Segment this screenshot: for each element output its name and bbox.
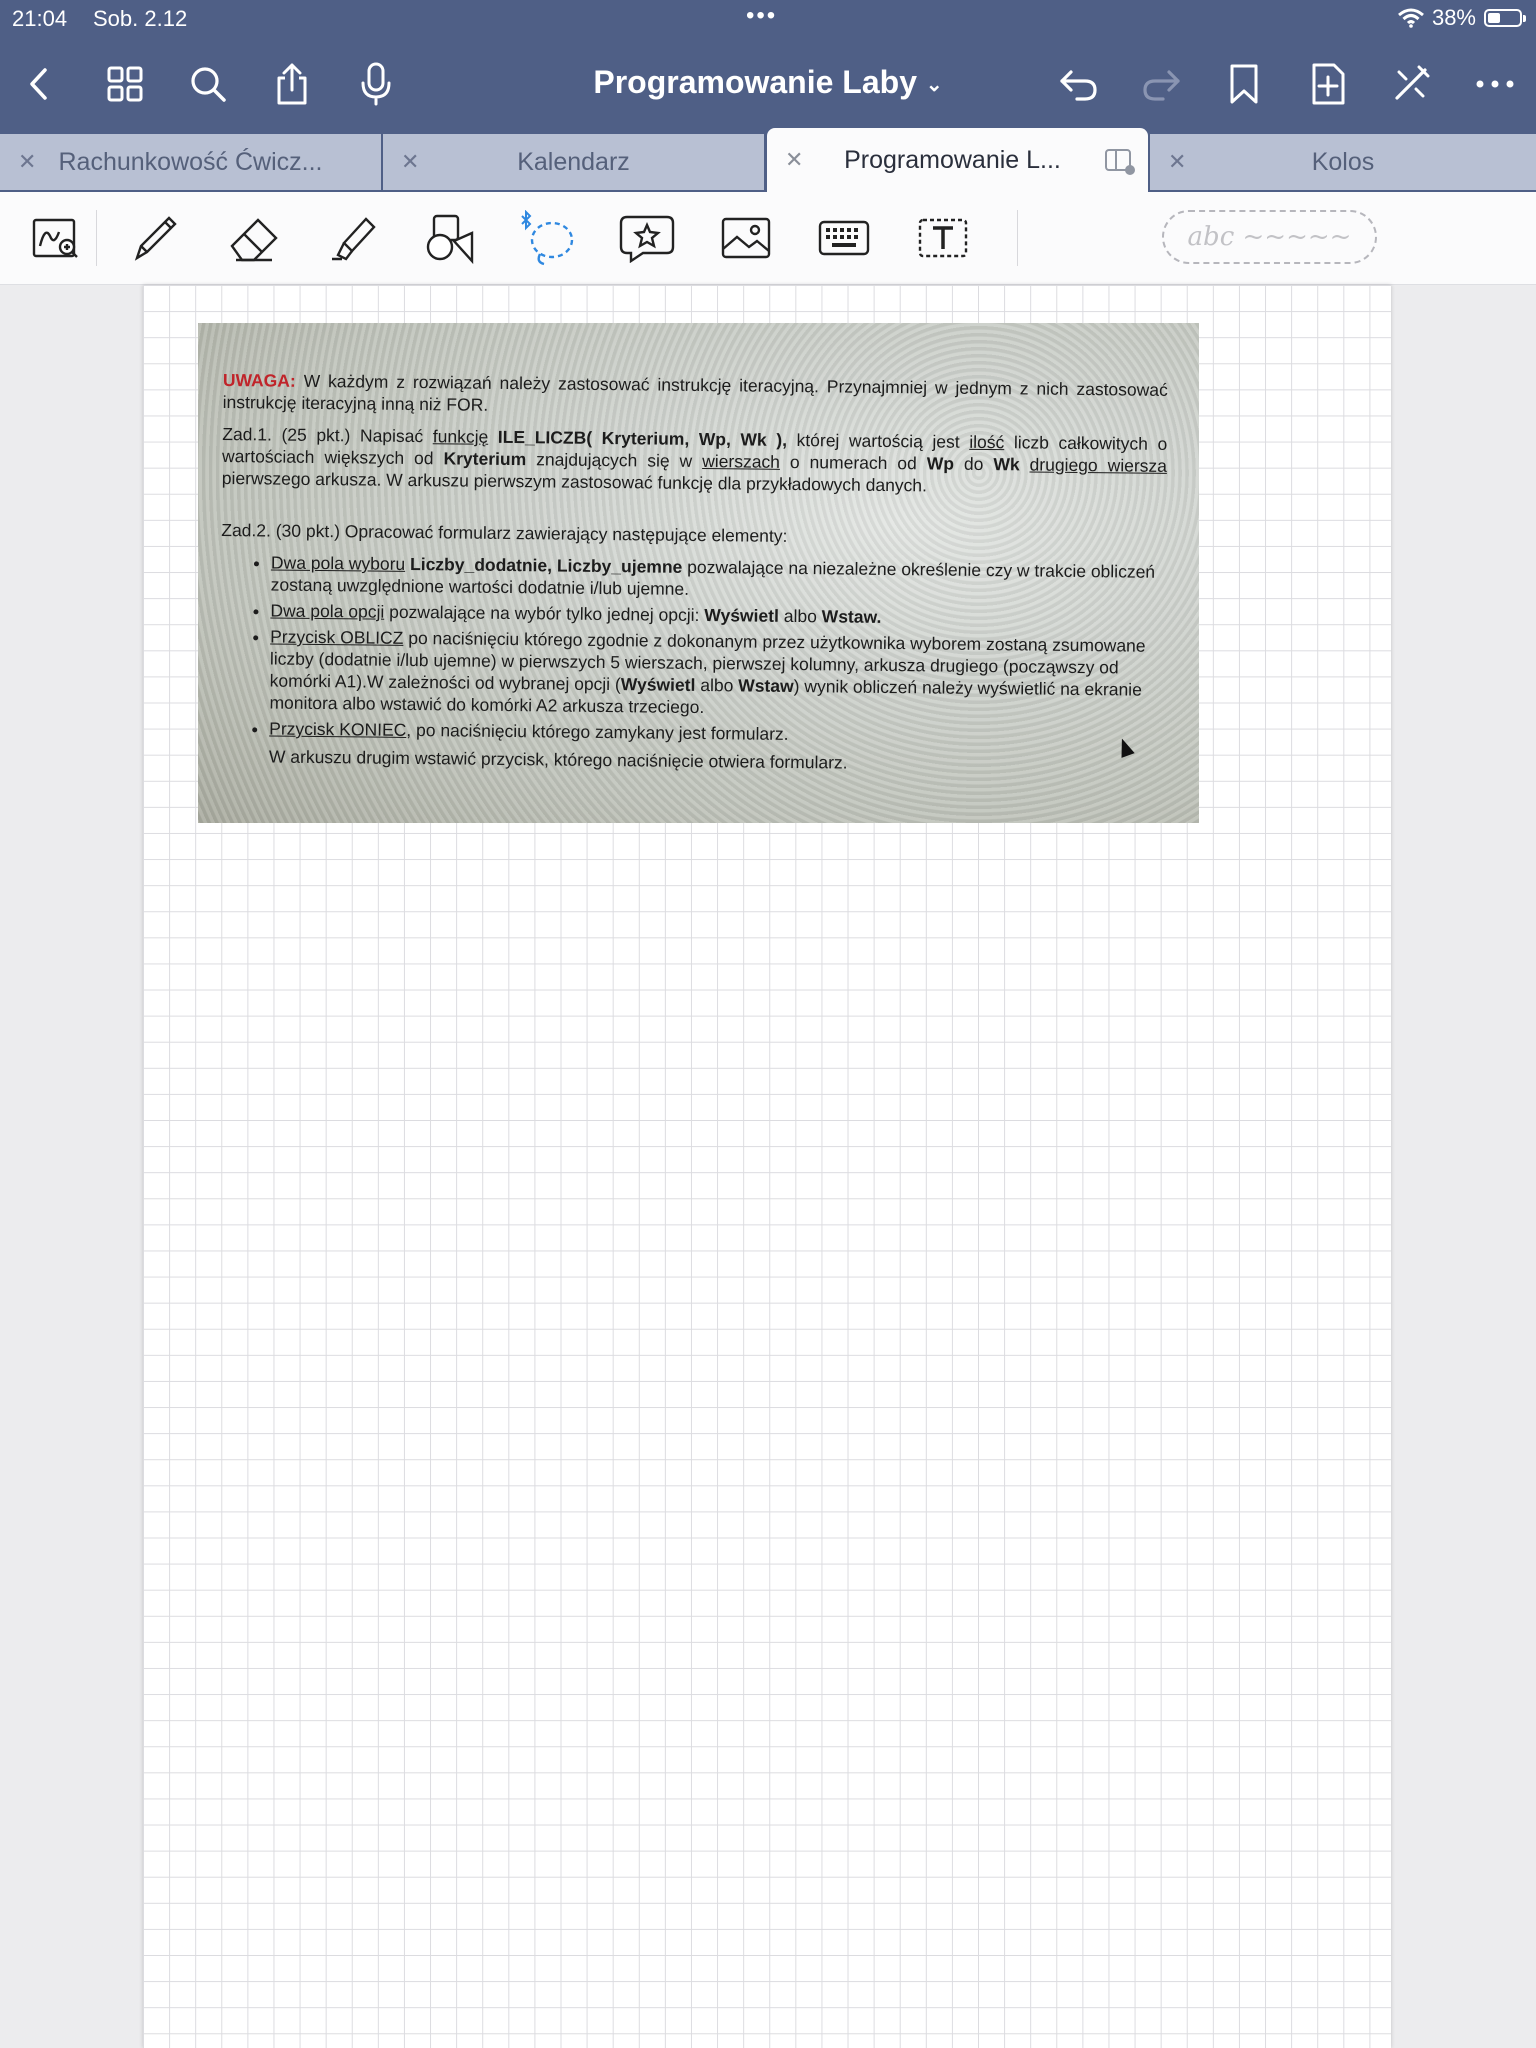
zad1-funkcje: funkcję <box>432 426 489 447</box>
tab-label: Kolos <box>1311 147 1375 176</box>
b2-underline: Dwa pola opcji <box>270 600 385 622</box>
highlighter-icon[interactable] <box>320 206 384 270</box>
image-icon[interactable] <box>714 206 778 270</box>
b4-underline: Przycisk KONIEC <box>269 718 407 740</box>
b2-text: pozwalające na wybór tylko jednej opcji: <box>389 601 700 626</box>
zad1-text: znajdujących się w <box>536 449 693 471</box>
b3-bold: Wstaw <box>738 675 794 696</box>
zad1-paragraph: Zad.1. (25 pkt.) Napisać funkcję ILE_LIC… <box>222 423 1168 499</box>
battery-percent: 38% <box>1431 5 1476 30</box>
eraser-icon[interactable] <box>222 206 286 270</box>
zad2-list: Dwa pola wyboru Liczby_dodatnie, Liczby_… <box>249 551 1166 749</box>
b3-underline: Przycisk OBLICZ <box>270 626 404 648</box>
list-item: Przycisk OBLICZ po naciśnięciu którego z… <box>269 626 1165 723</box>
status-bar: 21:04 Sob. 2.12 ••• 38% <box>0 0 1536 38</box>
list-item: Dwa pola wyboru Liczby_dodatnie, Liczby_… <box>271 552 1166 605</box>
keyboard-icon[interactable] <box>812 206 876 270</box>
zad1-wk: Wk <box>993 454 1020 475</box>
pasted-photo[interactable]: UWAGA: W każdym z rozwiązań należy zasto… <box>198 323 1199 823</box>
microphone-icon[interactable] <box>352 60 400 108</box>
status-right: 38% <box>1397 5 1526 31</box>
b1-underline: Dwa pola wyboru <box>270 552 406 574</box>
zad1-signature: ILE_LICZB( Kryterium, Wp, Wk ), <box>497 426 788 450</box>
b2-bold: Wstaw. <box>821 606 882 627</box>
bookmark-icon[interactable] <box>1220 60 1268 108</box>
zad1-wp: Wp <box>926 453 955 474</box>
b3-bold: Wyświetl <box>620 674 696 695</box>
toolbar-divider <box>96 210 97 266</box>
zad1-text: do <box>963 453 984 474</box>
uwaga-text: W każdym z rozwiązań należy zastosować i… <box>222 370 1168 415</box>
zad1-ilosc: ilość <box>969 431 1005 453</box>
toolbar-divider <box>1017 210 1018 266</box>
sticker-icon[interactable] <box>615 206 679 270</box>
pen-tools-icon[interactable] <box>1387 60 1435 108</box>
multitasking-dots-icon[interactable]: ••• <box>746 2 777 30</box>
b1-bold: Liczby_dodatnie, Liczby_ujemne <box>409 553 683 577</box>
status-date: Sob. 2.12 <box>93 6 188 31</box>
zad1-text: której wartością jest <box>796 430 960 452</box>
top-bar: 21:04 Sob. 2.12 ••• 38% Programowanie La… <box>0 0 1536 134</box>
list-item: Przycisk KONIEC, po naciśnięciu którego … <box>269 718 1164 749</box>
grid-page[interactable]: UWAGA: W każdym z rozwiązań należy zasto… <box>143 285 1391 2048</box>
shapes-icon[interactable] <box>418 206 482 270</box>
tab-kolos[interactable]: ✕ Kolos <box>1150 134 1536 190</box>
zad1-kryterium: Kryterium <box>443 448 527 470</box>
status-time: 21:04 <box>12 6 68 31</box>
zad1-wierszach: wierszach <box>702 451 781 472</box>
search-icon[interactable] <box>184 60 232 108</box>
drawing-toolbar: abc ~~~~~ <box>0 192 1536 285</box>
wifi-icon <box>1397 8 1424 28</box>
text-box-icon[interactable] <box>911 206 975 270</box>
zad1-head: Zad.1. (25 pkt.) Napisać <box>222 423 424 447</box>
document-title: Programowanie Laby <box>593 64 917 100</box>
b4-text: , po naciśnięciu którego zamykany jest f… <box>406 719 789 744</box>
tab-label: Programowanie L... <box>844 145 1061 174</box>
tab-kalendarz[interactable]: ✕ Kalendarz <box>383 134 764 190</box>
share-icon[interactable] <box>268 60 316 108</box>
uwaga-paragraph: UWAGA: W każdym z rozwiązań należy zasto… <box>223 369 1168 423</box>
back-chevron-icon[interactable] <box>16 60 64 108</box>
uwaga-label: UWAGA: <box>222 369 296 391</box>
photo-text: UWAGA: W każdym z rozwiązań należy zasto… <box>219 369 1168 787</box>
tab-label: Rachunkowość Ćwicz... <box>58 147 323 176</box>
grid-view-icon[interactable] <box>101 60 149 108</box>
zoom-window-icon[interactable] <box>24 206 88 270</box>
b2-text: albo <box>783 605 817 627</box>
tab-label: Kalendarz <box>517 147 630 176</box>
lasso-icon[interactable] <box>516 206 580 270</box>
zad1-drugiego: drugiego wiersza <box>1029 454 1168 476</box>
pen-icon[interactable] <box>123 206 187 270</box>
zad1-text: o numerach od <box>789 451 917 474</box>
add-page-icon[interactable] <box>1304 60 1352 108</box>
more-options-icon[interactable] <box>1471 60 1519 108</box>
photo-footer: W arkuszu drugim wstawić przycisk, które… <box>268 746 848 773</box>
tab-programowanie[interactable]: ✕ Programowanie L... <box>767 128 1148 192</box>
undo-icon[interactable] <box>1054 60 1102 108</box>
document-title-button[interactable]: Programowanie Laby ⌄ <box>593 64 942 100</box>
tab-rachunkowosc[interactable]: ✕ Rachunkowość Ćwicz... <box>0 134 381 190</box>
split-view-icon[interactable] <box>1104 148 1136 176</box>
redo-icon[interactable] <box>1138 60 1186 108</box>
handwriting-input[interactable]: abc ~~~~~ <box>1162 210 1377 264</box>
battery-icon <box>1484 9 1526 27</box>
navigation-bar: Programowanie Laby ⌄ <box>0 50 1536 120</box>
b2-bold: Wyświetl <box>704 605 780 626</box>
b3-text: albo <box>700 675 734 696</box>
note-canvas[interactable]: UWAGA: W każdym z rozwiązań należy zasto… <box>0 285 1536 2048</box>
chevron-down-icon: ⌄ <box>925 74 943 97</box>
tab-bar: ✕ Rachunkowość Ćwicz... ✕ Kalendarz ✕ Pr… <box>0 128 1536 192</box>
